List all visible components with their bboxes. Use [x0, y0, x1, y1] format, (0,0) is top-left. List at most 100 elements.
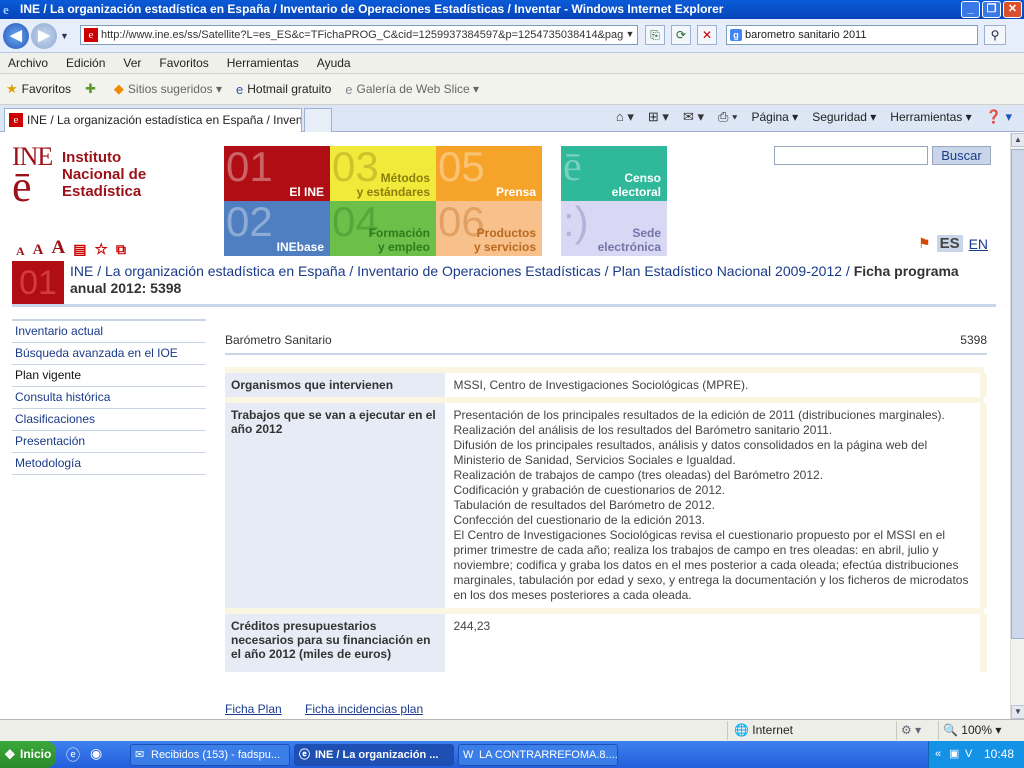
scroll-up-icon[interactable]: ▲ [1011, 133, 1024, 147]
sitemap-icon[interactable]: ⧉ [116, 243, 126, 259]
tile-prensa[interactable]: 05 Prensa [436, 146, 542, 201]
ie-page-icon: e [236, 81, 244, 97]
menu-ayuda[interactable]: Ayuda [317, 56, 360, 70]
site-search-input[interactable] [774, 146, 928, 165]
tile-formacion[interactable]: 04 Formación y empleo [330, 201, 436, 256]
refresh-icon[interactable]: ⟳ [671, 25, 691, 45]
menu-edicion[interactable]: Edición [66, 56, 114, 70]
menu-favoritos[interactable]: Favoritos [159, 56, 217, 70]
tray-expand-icon[interactable]: « [935, 741, 941, 768]
quicklaunch-media-icon[interactable]: ◉ [90, 745, 102, 762]
breadcrumb-divider [12, 304, 996, 307]
nav-plan-vigente[interactable]: Plan vigente [12, 365, 206, 387]
search-input[interactable]: g barometro sanitario 2011 [726, 25, 978, 45]
protected-mode-icon[interactable]: ⚙ ▾ [896, 721, 936, 740]
table-row: Créditos presupuestarios necesarios para… [225, 614, 987, 672]
table-row: Trabajos que se van a ejecutar en el año… [225, 403, 987, 608]
forward-button[interactable]: ▶ [31, 23, 57, 49]
logo-e-glyph: ē [12, 162, 32, 211]
site-search-button[interactable]: Buscar [932, 146, 991, 165]
ie-task-icon: ⓔ [299, 749, 310, 761]
address-dropdown-icon[interactable]: ▼ [622, 25, 638, 45]
start-label: Inicio [20, 747, 52, 761]
tile-metodos[interactable]: 03 Métodos y estándares [330, 146, 436, 201]
tile-productos[interactable]: 06 Productos y servicios [436, 201, 542, 256]
tray-network-icon[interactable]: ▣ [949, 741, 959, 768]
favorites-button[interactable]: ★ Favoritos [6, 81, 71, 97]
page-menu[interactable]: Página ▾ [751, 110, 798, 124]
menu-herramientas[interactable]: Herramientas [227, 56, 308, 70]
ficha-plan-link[interactable]: Ficha Plan [225, 702, 282, 716]
record-details-table: Organismos que intervienen MSSI, Centro … [225, 367, 987, 672]
text-size-small-button[interactable]: A [16, 244, 25, 259]
google-icon: g [730, 29, 742, 41]
print-icon[interactable]: ⎙ ▾ [718, 109, 737, 125]
breadcrumb-path[interactable]: INE / La organización estadística en Esp… [70, 263, 854, 279]
suggested-sites-link[interactable]: ◆ Sitios sugeridos ▾ [114, 81, 222, 97]
lang-es-button[interactable]: ES [936, 235, 963, 252]
mail-icon[interactable]: ✉ ▾ [683, 109, 704, 125]
zone-indicator[interactable]: 🌐 Internet [727, 721, 887, 740]
help-icon[interactable]: ❓ ▾ [986, 109, 1012, 125]
compatibility-view-icon[interactable]: ⎘ [645, 25, 665, 45]
task-outlook[interactable]: ✉ Recibidos (153) - fadspu... [130, 744, 290, 766]
search-go-icon[interactable]: ⚲ [984, 25, 1006, 45]
web-slice-gallery-link[interactable]: e Galería de Web Slice ▾ [345, 82, 479, 97]
recent-pages-dropdown-icon[interactable]: ▼ [60, 31, 69, 41]
browser-tab-active[interactable]: e INE / La organización estadística en E… [4, 108, 302, 132]
nav-presentacion[interactable]: Presentación [12, 431, 206, 453]
rss-feeds-icon[interactable]: ⊞ ▾ [648, 109, 669, 125]
scroll-down-icon[interactable]: ▼ [1011, 705, 1024, 719]
logo-line2: Nacional de [62, 166, 147, 183]
text-size-large-button[interactable]: A [52, 237, 66, 259]
new-tab-button[interactable] [304, 108, 332, 132]
nav-metodologia[interactable]: Metodología [12, 453, 206, 475]
vertical-scrollbar[interactable]: ▲ ▼ [1010, 133, 1024, 719]
security-menu[interactable]: Seguridad ▾ [812, 110, 876, 124]
nav-busqueda-avanzada[interactable]: Búsqueda avanzada en el IOE [12, 343, 206, 365]
minimize-button[interactable]: _ [961, 1, 980, 18]
stop-icon[interactable]: ✕ [697, 25, 717, 45]
menu-ver[interactable]: Ver [123, 56, 150, 70]
nav-consulta-historica[interactable]: Consulta histórica [12, 387, 206, 409]
favorite-star-icon[interactable]: ☆ [94, 240, 107, 259]
add-star-icon: ✚ [85, 81, 96, 96]
add-favorite-button[interactable]: ✚ [85, 81, 100, 97]
address-input[interactable]: e http://www.ine.es/ss/Satellite?L=es_ES… [80, 25, 638, 45]
ine-logo[interactable]: INE ē Instituto Nacional de Estadística [12, 144, 212, 225]
task-ie[interactable]: ⓔ INE / La organización ... [294, 744, 454, 766]
tile-censo-electoral[interactable]: ē Censo electoral [561, 146, 667, 201]
zoom-control[interactable]: 🔍 100% ▾ [938, 721, 1010, 740]
tray-antivirus-icon[interactable]: V [965, 741, 972, 768]
favorites-label: Favoritos [21, 82, 72, 96]
nav-inventario-actual[interactable]: Inventario actual [12, 321, 206, 343]
windows-logo-icon: ❖ [4, 747, 16, 762]
tile-el-ine[interactable]: 01 El INE [224, 146, 330, 201]
tile-sede-electronica[interactable]: :) Sede electrónica [561, 201, 667, 256]
hotmail-link[interactable]: e Hotmail gratuito [236, 82, 331, 97]
start-button[interactable]: ❖ Inicio [0, 741, 56, 768]
lang-en-link[interactable]: EN [969, 236, 988, 252]
scroll-thumb[interactable] [1011, 149, 1024, 639]
nav-clasificaciones[interactable]: Clasificaciones [12, 409, 206, 431]
back-button[interactable]: ◀ [3, 23, 29, 49]
home-icon[interactable]: ⌂ ▾ [616, 109, 634, 125]
print-page-icon[interactable]: ▤ [73, 242, 86, 259]
ficha-incidencias-link[interactable]: Ficha incidencias plan [305, 702, 423, 716]
page-menu-label: Página [751, 110, 789, 124]
text-size-medium-button[interactable]: A [33, 242, 44, 259]
maximize-button[interactable]: ❐ [982, 1, 1001, 18]
task-word[interactable]: W LA CONTRARREFOMA.8.... [458, 744, 618, 766]
close-window-button[interactable]: ✕ [1003, 1, 1022, 18]
tools-menu[interactable]: Herramientas ▾ [890, 110, 971, 124]
ie-icon: e [3, 2, 9, 17]
quicklaunch-ie-icon[interactable]: ⓔ [66, 745, 80, 765]
tile-inebase[interactable]: 02 INEbase [224, 201, 330, 256]
task-outlook-label: Recibidos (153) - fadspu... [151, 749, 281, 761]
clock[interactable]: 10:48 [984, 747, 1014, 761]
menu-archivo[interactable]: Archivo [8, 56, 57, 70]
tab-bar: e INE / La organización estadística en E… [0, 105, 1024, 132]
tile-number: 02 [226, 201, 273, 245]
tile-number: 04 [332, 201, 379, 245]
row-value-trabajos: Presentación de los principales resultad… [446, 403, 987, 608]
